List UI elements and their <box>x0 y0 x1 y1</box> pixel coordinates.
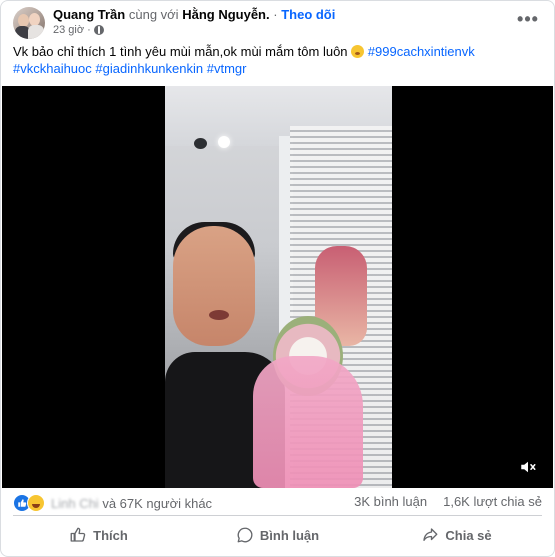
post-actions: Thích Bình luận Chia sẻ <box>9 518 546 552</box>
reactor-names: Linh Chi <box>51 495 99 511</box>
share-arrow-icon <box>423 528 438 541</box>
video-frame <box>165 86 392 488</box>
post-stats: Linh Chi và 67K người khác 3K bình luận … <box>13 490 542 514</box>
hashtag-link[interactable]: #vtmgr <box>207 61 247 76</box>
shares-count[interactable]: 1,6K lượt chia sẻ <box>443 494 542 509</box>
post-time[interactable]: 23 giờ <box>53 24 84 36</box>
comment-button[interactable]: Bình luận <box>188 518 367 552</box>
tagged-person[interactable]: Hằng Nguyễn. <box>182 7 269 22</box>
post-author-line: Quang Trần cùng với Hằng Nguyễn. · Theo … <box>53 7 335 22</box>
grimace-emoji-icon <box>351 45 365 58</box>
post-caption: Vk bảo chỉ thích 1 tình yêu mùi mẫn,ok m… <box>13 43 541 77</box>
meta-separator: · <box>87 24 91 36</box>
separator-dot: · <box>273 7 278 22</box>
post-header: Quang Trần cùng với Hằng Nguyễn. · Theo … <box>13 7 542 39</box>
comment-bubble-icon <box>237 527 253 543</box>
video-player[interactable] <box>2 86 553 488</box>
caption-text: Vk bảo chỉ thích 1 tình yêu mùi mẫn,ok m… <box>13 44 348 59</box>
reactions-summary[interactable]: Linh Chi và 67K người khác <box>13 494 212 512</box>
hashtag-link[interactable]: #giadinhkunkenkin <box>95 61 203 76</box>
thumbs-up-icon <box>70 527 86 542</box>
author-avatar[interactable] <box>13 7 45 39</box>
share-label: Chia sẻ <box>445 527 492 543</box>
share-button[interactable]: Chia sẻ <box>367 518 546 552</box>
like-button[interactable]: Thích <box>9 518 188 552</box>
facebook-post: Quang Trần cùng với Hằng Nguyễn. · Theo … <box>0 0 555 557</box>
speaker-muted-icon[interactable] <box>517 456 539 478</box>
globe-icon <box>93 25 104 35</box>
more-options-icon[interactable]: ••• <box>514 7 542 31</box>
hashtag-link[interactable]: #999cachxintienvk <box>368 44 475 59</box>
author-name[interactable]: Quang Trần <box>53 7 125 22</box>
comment-label: Bình luận <box>259 527 320 543</box>
reactions-count-text: và 67K người khác <box>102 495 213 511</box>
actions-divider <box>13 515 542 516</box>
follow-link[interactable]: Theo dõi <box>281 7 335 22</box>
post-meta: 23 giờ · <box>53 24 104 36</box>
with-text: cùng với <box>128 7 179 22</box>
reactions-text: Linh Chi và 67K người khác <box>51 496 212 511</box>
like-label: Thích <box>93 527 128 543</box>
engagement-counts: 3K bình luận 1,6K lượt chia sẻ <box>354 494 542 509</box>
haha-reaction-icon <box>27 494 45 512</box>
hashtag-link[interactable]: #vkckhaihuoc <box>13 61 92 76</box>
comments-count[interactable]: 3K bình luận <box>354 494 427 509</box>
